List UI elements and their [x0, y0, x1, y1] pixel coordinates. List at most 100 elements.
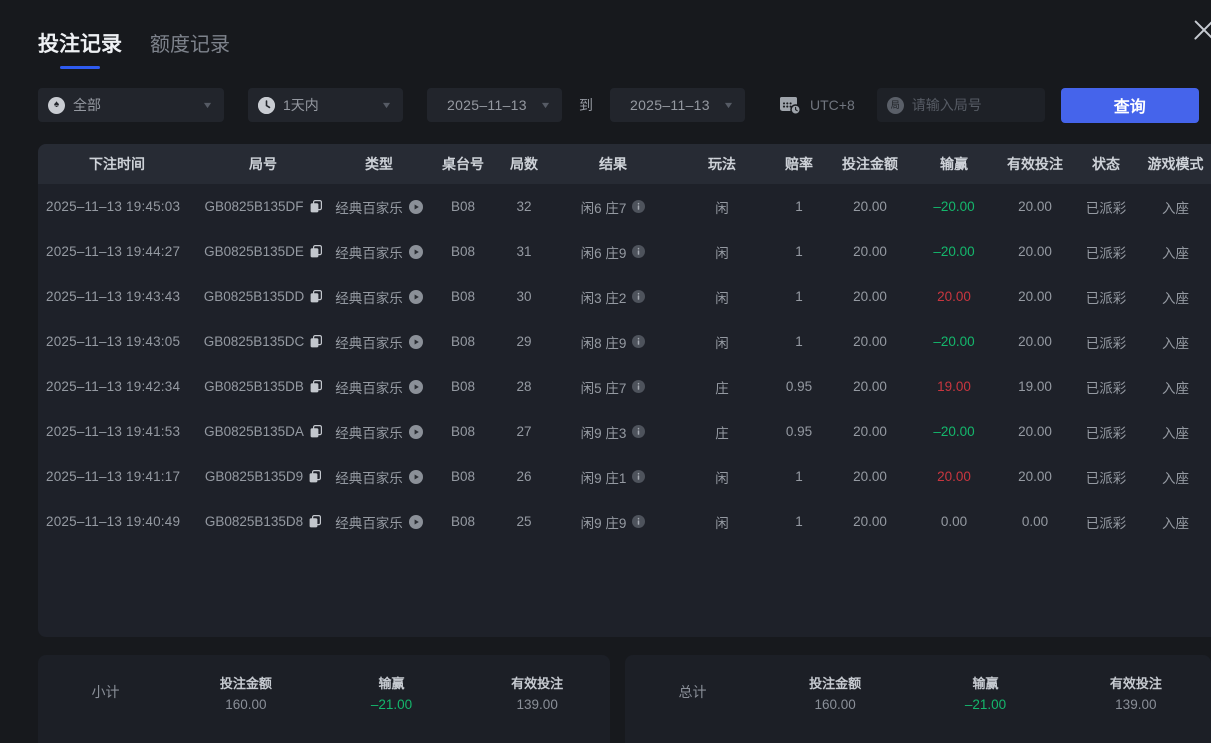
date-range-to-label: 到 [579, 97, 593, 113]
result-info-icon[interactable] [632, 200, 646, 213]
result-info-icon[interactable] [632, 335, 646, 348]
subtotal-panel: 小计 投注金额 160.00 输赢 –21.00 有效投注 139.00 [38, 655, 610, 743]
cell-game-mode: 入座 [1162, 335, 1189, 351]
cell-valid-bet: 20.00 [1018, 289, 1052, 304]
cell-status: 已派彩 [1085, 200, 1127, 216]
cell-odds: 1 [795, 469, 803, 484]
tab-betting-records[interactable]: 投注记录 [38, 28, 122, 69]
cell-valid-bet: 0.00 [1021, 514, 1049, 529]
subtotal-valid-bet: 有效投注 139.00 [464, 673, 610, 712]
cell-odds: 0.95 [785, 424, 813, 439]
time-range-value: 1天内 [283, 97, 319, 113]
cell-valid-bet: 20.00 [1018, 469, 1052, 484]
round-number-input[interactable] [911, 97, 1035, 113]
copy-icon[interactable] [310, 380, 322, 393]
stat-label: 有效投注 [511, 675, 564, 691]
game-type-icon[interactable] [408, 424, 423, 439]
copy-icon[interactable] [310, 335, 323, 348]
cell-winloss: –20.00 [933, 199, 975, 214]
game-type-icon[interactable] [408, 244, 423, 259]
cell-game-mode: 入座 [1162, 470, 1189, 486]
game-type-select[interactable]: ♠ 全部 ▼ [38, 88, 224, 122]
cell-status: 已派彩 [1085, 470, 1127, 486]
column-header: 玩法 [708, 156, 736, 172]
table-row: 2025–11–13 19:40:49 GB0825B135D8 经典百家乐 B08 2… [38, 499, 1211, 544]
game-type-icon[interactable] [408, 379, 423, 394]
cell-odds: 1 [795, 289, 803, 304]
cell-winloss: 0.00 [940, 514, 968, 529]
cell-game-type: 经典百家乐 [330, 454, 428, 499]
date-from-value: 2025–11–13 [447, 97, 527, 113]
total-bet-amount: 投注金额 160.00 [760, 673, 910, 712]
cell-winloss: 20.00 [937, 289, 971, 304]
copy-icon[interactable] [310, 200, 322, 213]
cell-result: 闲6 庄7 [550, 184, 676, 229]
table-header-row: 下注时间 局号 类型 桌台号 局数 结果 玩法 赔率 投注金额 输赢 有效投注 状态 游戏模式 [38, 144, 1211, 184]
cell-result: 闲5 庄7 [550, 364, 676, 409]
cell-odds: 1 [795, 514, 803, 529]
game-type-icon[interactable] [408, 289, 423, 304]
date-from-picker[interactable]: 2025–11–13 ▼ [427, 88, 562, 122]
cell-valid-bet: 20.00 [1018, 244, 1052, 259]
cell-round-no: 26 [516, 469, 532, 484]
cell-bet-time: 2025–11–13 19:44:27 [46, 244, 181, 259]
cell-game-mode: 入座 [1162, 515, 1189, 531]
summary-bar: 小计 投注金额 160.00 输赢 –21.00 有效投注 139.00 总计 … [38, 655, 1211, 743]
tab-quota-records[interactable]: 额度记录 [150, 28, 230, 57]
cell-game-mode: 入座 [1162, 380, 1189, 396]
result-info-icon[interactable] [632, 380, 646, 393]
cell-round-id: GB0825B135D8 [196, 499, 330, 544]
calendar-clock-icon [779, 95, 802, 115]
close-icon[interactable] [1188, 14, 1211, 46]
cell-status: 已派彩 [1085, 515, 1127, 531]
cell-play: 闲 [715, 515, 729, 531]
result-info-icon[interactable] [632, 470, 646, 483]
copy-icon[interactable] [310, 245, 322, 258]
copy-icon[interactable] [309, 470, 322, 483]
cell-round-id: GB0825B135D9 [196, 454, 330, 499]
result-info-icon[interactable] [632, 245, 646, 258]
result-info-icon[interactable] [632, 290, 646, 303]
cell-valid-bet: 20.00 [1018, 334, 1052, 349]
date-to-picker[interactable]: 2025–11–13 ▼ [610, 88, 745, 122]
copy-icon[interactable] [310, 290, 323, 303]
timezone-label: UTC+8 [810, 97, 855, 113]
game-type-icon[interactable] [408, 334, 423, 349]
query-button[interactable]: 查询 [1060, 87, 1199, 123]
cell-result: 闲9 庄3 [550, 409, 676, 454]
cell-round-id: GB0825B135DF [196, 184, 330, 229]
column-header: 结果 [599, 156, 627, 172]
cell-result: 闲8 庄9 [550, 319, 676, 364]
clock-icon [258, 96, 275, 114]
column-header: 游戏模式 [1147, 156, 1204, 172]
cell-bet-time: 2025–11–13 19:41:17 [46, 469, 181, 484]
result-info-icon[interactable] [632, 425, 646, 438]
cell-game-mode: 入座 [1162, 245, 1189, 261]
cell-round-id: GB0825B135DD [196, 274, 330, 319]
spade-icon: ♠ [48, 96, 65, 114]
cell-odds: 0.95 [785, 379, 813, 394]
chevron-down-icon: ▼ [201, 100, 214, 110]
table-row: 2025–11–13 19:43:43 GB0825B135DD 经典百家乐 B08 3… [38, 274, 1211, 319]
game-type-icon[interactable] [408, 469, 423, 484]
cell-winloss: 19.00 [937, 379, 971, 394]
cell-round-no: 30 [516, 289, 532, 304]
game-type-icon[interactable] [408, 199, 423, 214]
cell-game-mode: 入座 [1162, 425, 1189, 441]
column-header: 桌台号 [442, 156, 484, 172]
cell-odds: 1 [795, 244, 803, 259]
result-info-icon[interactable] [632, 515, 646, 528]
time-range-select[interactable]: 1天内 ▼ [248, 88, 403, 122]
column-header: 下注时间 [89, 156, 145, 172]
total-label: 总计 [678, 684, 707, 700]
cell-bet-time: 2025–11–13 19:43:43 [46, 289, 181, 304]
copy-icon[interactable] [310, 425, 322, 438]
cell-round-id: GB0825B135DB [196, 364, 330, 409]
cell-bet-amount: 20.00 [853, 469, 887, 484]
cell-status: 已派彩 [1085, 245, 1127, 261]
cell-status: 已派彩 [1085, 425, 1127, 441]
game-type-icon[interactable] [408, 514, 423, 529]
copy-icon[interactable] [309, 515, 322, 528]
stat-label: 投注金额 [219, 675, 272, 691]
active-tab-underline [60, 66, 100, 69]
